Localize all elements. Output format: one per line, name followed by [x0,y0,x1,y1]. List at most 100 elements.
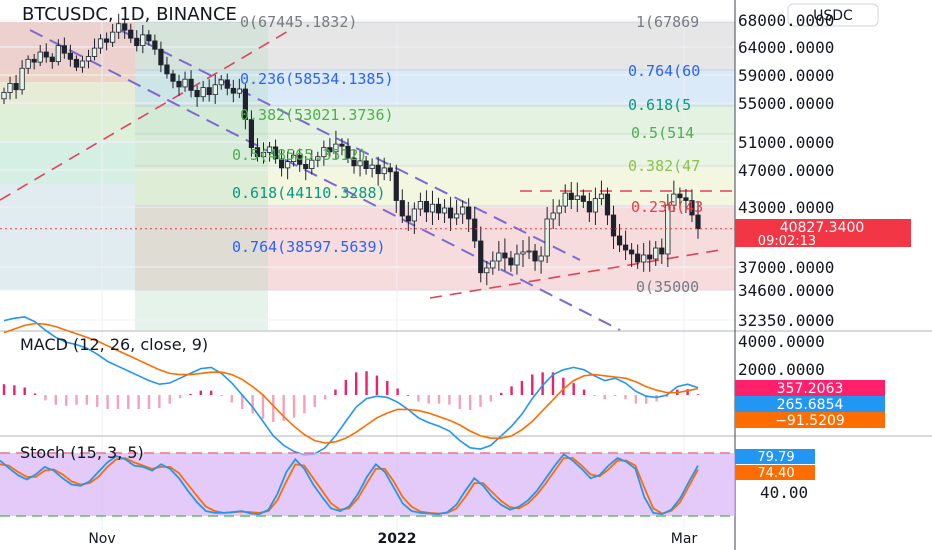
candle-body [170,73,176,82]
macd-histogram-bar [106,395,109,410]
macd-histogram-bar [593,395,596,397]
candle-body [31,58,37,63]
candle-body [580,195,586,202]
candle-body [140,34,146,47]
candle-body [37,51,43,63]
candle-body [79,60,86,68]
candle-body [200,87,206,98]
macd-histogram-bar [251,395,254,414]
candle-body [610,214,617,237]
candle-body [550,212,556,220]
macd-histogram-bar [272,395,275,422]
macd-histogram-bar [13,385,16,395]
chart-canvas[interactable]: 0(67445.1832) 0.236(58534.1385) 0.382(5302… [0,0,932,550]
time-tick-label: Mar [671,531,698,547]
candle-body [466,206,472,220]
macd-histogram-bar [23,387,26,395]
candle-body [520,251,526,255]
candle-body [538,255,544,262]
candle-body [91,47,98,57]
candle-body [526,250,532,253]
candle-body [653,247,659,260]
candle-body [568,192,574,200]
stoch-title[interactable]: Stoch (15, 3, 5) [20,443,144,462]
candle-body [490,260,496,269]
candle-body [586,201,592,213]
stoch-axis-ticks: 40.00 [760,483,808,502]
macd-hist-value: 357.2063 [777,381,844,397]
macd-histogram-bar [168,395,171,404]
candle-body [393,171,399,201]
macd-histogram-bar [365,371,368,395]
price-tick-label: 55000.0000 [738,94,834,113]
macd-histogram-bar [75,395,78,405]
macd-histogram-bar [158,395,161,408]
candle-body [659,247,665,255]
candle-body [236,88,242,94]
symbol-title[interactable]: BTCUSDC, 1D, BINANCE [22,4,237,25]
date-range-box [135,22,268,330]
candle-body [616,235,623,246]
macd-histogram-bar [396,388,399,395]
candle-body [592,198,599,213]
macd-histogram-bar [417,395,420,402]
macd-histogram-bar [147,395,151,410]
macd-histogram-bar [696,394,700,396]
macd-line-value: 265.6854 [777,397,844,413]
macd-histogram-bar [313,395,316,407]
macd-histogram-bar [116,395,120,410]
fib-right-label: 0.618(5 [628,96,691,114]
candle-body [164,64,170,75]
price-axis-ticks: 68000.0000 64000.0000 59000.0000 55000.0000… [738,11,834,330]
candle-body [435,203,442,214]
price-tick-label: 47000.0000 [738,161,834,180]
candle-body [128,29,134,39]
price-tick-label: 64000.0000 [738,38,834,57]
price-tick-label: 43000.0000 [738,198,834,217]
candle-body [629,249,635,255]
macd-histogram-bar [531,374,534,395]
fib-right-label: 1(67869 [636,13,699,31]
candle-body [647,254,653,260]
candle-body [381,167,387,175]
macd-histogram-bar [96,395,99,407]
macd-histogram-bar [489,395,493,402]
candle-body [641,254,647,263]
macd-histogram-bar [572,383,575,395]
price-tick-label: 68000.0000 [738,11,834,30]
candle-body [622,244,629,251]
candle-body [405,215,411,222]
candle-body [85,56,92,62]
macd-histogram-bar [54,395,57,405]
fib-right-label: 0.5(514 [631,124,694,142]
candle-body [303,163,309,169]
candle-body [182,78,188,88]
time-axis-ticks: Nov 2022 Mar [88,531,697,547]
macd-title[interactable]: MACD (12, 26, close, 9) [20,335,208,354]
macd-histogram-bar [2,384,6,395]
candle-body [484,267,490,274]
macd-histogram-bar [520,380,524,395]
candle-body [598,193,605,200]
macd-histogram-bar [437,395,441,404]
macd-histogram-bar [261,395,265,419]
candle-body [103,38,110,43]
fib-right-label: 0(35000 [636,278,699,296]
candle-body [188,78,194,91]
candle-body [7,83,13,93]
macd-histogram-bar [499,392,503,395]
macd-histogram-bar [230,395,234,403]
candle-body [454,213,460,219]
candle-body [478,240,484,274]
stoch-d-value: 74.40 [757,466,794,481]
macd-histogram-bar [458,395,461,410]
candle-body [206,87,212,95]
candle-body [429,203,436,213]
macd-histogram-bar [386,380,389,395]
fib-right-label: 0.382(47 [628,157,700,175]
macd-histogram-bar [137,395,140,410]
candle-body [176,80,182,88]
candle-body [556,205,562,214]
candle-body [97,38,104,49]
candle-body [369,164,375,170]
